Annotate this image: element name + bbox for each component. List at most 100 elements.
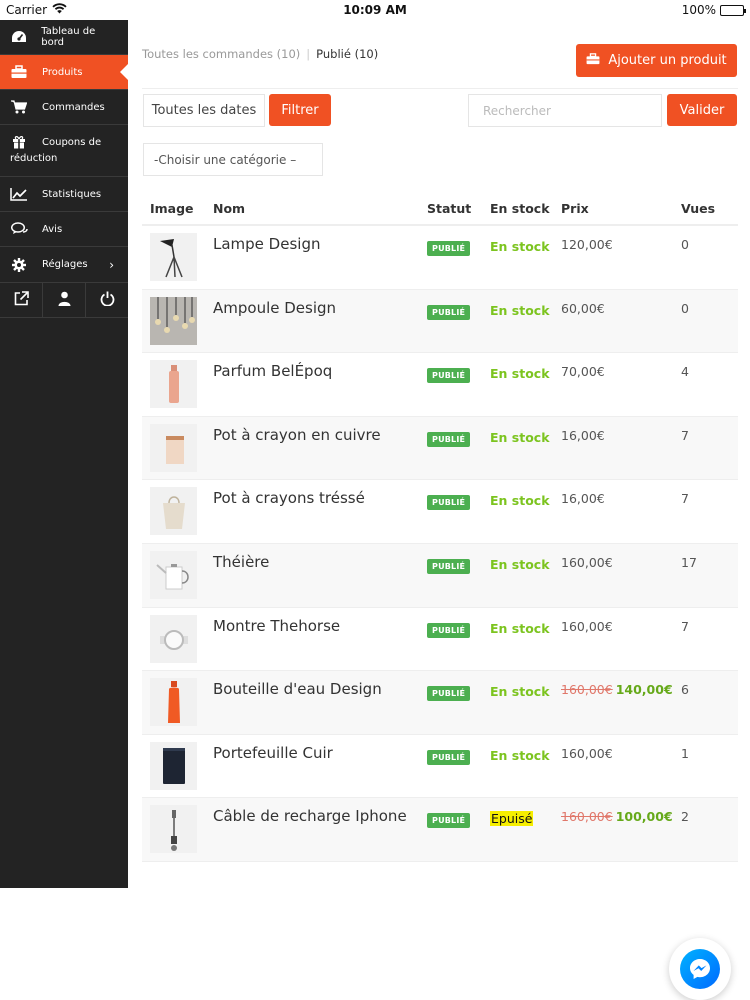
product-image-cell bbox=[142, 290, 213, 353]
stock-cell: En stock bbox=[490, 353, 561, 416]
product-name[interactable]: Théière bbox=[213, 544, 427, 607]
logout-button[interactable] bbox=[86, 283, 128, 317]
product-thumbnail[interactable] bbox=[150, 614, 197, 663]
product-name[interactable]: Pot à crayons tréssé bbox=[213, 480, 427, 543]
price: 160,00€ bbox=[561, 618, 613, 634]
table-row[interactable]: Portefeuille Cuir PUBLIÉ En stock 160,00€ 1 bbox=[142, 735, 738, 799]
battery-icon bbox=[720, 4, 746, 16]
product-name[interactable]: Portefeuille Cuir bbox=[213, 735, 427, 798]
table-row[interactable]: Lampe Design PUBLIÉ En stock 120,00€ 0 bbox=[142, 226, 738, 290]
column-header-stock[interactable]: En stock bbox=[490, 201, 561, 216]
status-filter-links: Toutes les commandes (10) | Publié (10) bbox=[142, 47, 378, 61]
product-thumbnail[interactable] bbox=[150, 741, 197, 790]
briefcase-icon bbox=[586, 52, 600, 69]
product-name[interactable]: Câble de recharge Iphone bbox=[213, 798, 427, 861]
price-cell: 160,00€ 140,00€ bbox=[561, 671, 681, 734]
sidebar: Tableau de bord Produits Commandes Coupo… bbox=[0, 20, 128, 888]
filter-button[interactable]: Filtrer bbox=[269, 94, 331, 126]
stock-cell: Epuisé bbox=[490, 798, 561, 861]
filter-published[interactable]: Publié (10) bbox=[316, 47, 378, 61]
product-thumbnail[interactable] bbox=[150, 487, 197, 536]
power-icon bbox=[100, 291, 115, 310]
column-header-price[interactable]: Prix bbox=[561, 201, 681, 216]
validate-button[interactable]: Valider bbox=[667, 94, 737, 126]
column-header-views[interactable]: Vues bbox=[681, 201, 738, 216]
chart-icon bbox=[10, 187, 28, 201]
table-row[interactable]: Théière PUBLIÉ En stock 160,00€ 17 bbox=[142, 543, 738, 608]
product-name[interactable]: Pot à crayon en cuivre bbox=[213, 417, 427, 480]
table-row[interactable]: Pot à crayons tréssé PUBLIÉ En stock 16,00€… bbox=[142, 480, 738, 544]
search-input[interactable] bbox=[468, 94, 662, 127]
sidebar-item-settings[interactable]: Réglages › bbox=[0, 247, 128, 283]
battery-percent: 100% bbox=[681, 3, 716, 17]
status-cell: PUBLIÉ bbox=[427, 544, 490, 607]
views-cell: 7 bbox=[681, 608, 738, 671]
category-select[interactable]: -Choisir une catégorie – bbox=[143, 143, 323, 176]
product-thumbnail[interactable] bbox=[150, 296, 197, 345]
dashboard-icon bbox=[10, 30, 27, 44]
sidebar-item-label: Produits bbox=[42, 66, 83, 78]
column-header-name[interactable]: Nom bbox=[213, 201, 427, 216]
column-header-image[interactable]: Image bbox=[142, 201, 213, 216]
sidebar-item-label: Statistiques bbox=[42, 188, 102, 200]
view-count: 2 bbox=[681, 809, 689, 825]
add-product-button[interactable]: Ajouter un produit bbox=[576, 44, 737, 77]
product-name[interactable]: Montre Thehorse bbox=[213, 608, 427, 671]
view-count: 0 bbox=[681, 300, 689, 316]
status-badge: PUBLIÉ bbox=[427, 622, 471, 638]
product-image-cell bbox=[142, 544, 213, 607]
view-count: 0 bbox=[681, 237, 689, 252]
view-count: 6 bbox=[681, 682, 689, 698]
product-thumbnail[interactable] bbox=[150, 360, 197, 409]
product-name[interactable]: Parfum BelÉpoq bbox=[213, 353, 427, 416]
external-link-button[interactable] bbox=[0, 283, 43, 317]
stock-status: Epuisé bbox=[490, 811, 534, 827]
sidebar-item-statistics[interactable]: Statistiques bbox=[0, 177, 128, 212]
price-cell: 16,00€ bbox=[561, 417, 681, 480]
date-select[interactable]: Toutes les dates bbox=[143, 94, 265, 127]
product-thumbnail[interactable] bbox=[150, 423, 197, 472]
product-thumbnail[interactable] bbox=[150, 678, 197, 727]
stock-cell: En stock bbox=[490, 226, 561, 289]
table-row[interactable]: Parfum BelÉpoq PUBLIÉ En stock 70,00€ 4 bbox=[142, 353, 738, 417]
product-name[interactable]: Bouteille d'eau Design bbox=[213, 671, 427, 734]
table-row[interactable]: Pot à crayon en cuivre PUBLIÉ En stock 16,0… bbox=[142, 416, 738, 481]
table-row[interactable]: Ampoule Design PUBLIÉ En stock 60,00€ 0 bbox=[142, 289, 738, 354]
views-cell: 1 bbox=[681, 735, 738, 798]
status-bar: Carrier 10:09 AM 100% bbox=[0, 0, 750, 20]
stock-cell: En stock bbox=[490, 290, 561, 353]
sidebar-item-label: Commandes bbox=[42, 101, 105, 113]
product-name[interactable]: Lampe Design bbox=[213, 226, 427, 289]
filter-all-orders[interactable]: Toutes les commandes (10) bbox=[142, 47, 300, 61]
sidebar-item-reviews[interactable]: Avis bbox=[0, 212, 128, 247]
filter-separator: | bbox=[306, 47, 311, 61]
sidebar-item-products[interactable]: Produits bbox=[0, 55, 128, 90]
product-thumbnail[interactable] bbox=[150, 550, 197, 599]
product-thumbnail[interactable] bbox=[150, 805, 197, 854]
sidebar-item-label: Tableau de bord bbox=[41, 26, 96, 48]
product-thumbnail[interactable] bbox=[150, 233, 197, 281]
view-count: 7 bbox=[681, 491, 689, 507]
table-row[interactable]: Câble de recharge Iphone PUBLIÉ Epuisé 160,… bbox=[142, 798, 738, 862]
table-row[interactable]: Montre Thehorse PUBLIÉ En stock 160,00€ 7 bbox=[142, 608, 738, 672]
messenger-chat-button[interactable] bbox=[669, 938, 731, 1000]
profile-button[interactable] bbox=[43, 283, 86, 317]
product-image-cell bbox=[142, 417, 213, 480]
stock-status: En stock bbox=[490, 302, 550, 318]
sidebar-item-coupons[interactable]: Coupons de réduction bbox=[0, 125, 128, 177]
stock-status: En stock bbox=[490, 429, 550, 445]
column-header-status[interactable]: Statut bbox=[427, 201, 490, 216]
sidebar-item-orders[interactable]: Commandes bbox=[0, 90, 128, 125]
status-badge: PUBLIÉ bbox=[427, 686, 471, 702]
stock-cell: En stock bbox=[490, 671, 561, 734]
sidebar-actions bbox=[0, 283, 128, 318]
sidebar-item-dashboard[interactable]: Tableau de bord bbox=[0, 20, 128, 55]
old-price: 160,00€ bbox=[561, 809, 613, 825]
stock-cell: En stock bbox=[490, 544, 561, 607]
price: 60,00€ bbox=[561, 300, 605, 316]
table-row[interactable]: Bouteille d'eau Design PUBLIÉ En stock 160,… bbox=[142, 671, 738, 735]
status-cell: PUBLIÉ bbox=[427, 735, 490, 798]
status-cell: PUBLIÉ bbox=[427, 608, 490, 671]
product-name[interactable]: Ampoule Design bbox=[213, 290, 427, 353]
product-image-cell bbox=[142, 735, 213, 798]
